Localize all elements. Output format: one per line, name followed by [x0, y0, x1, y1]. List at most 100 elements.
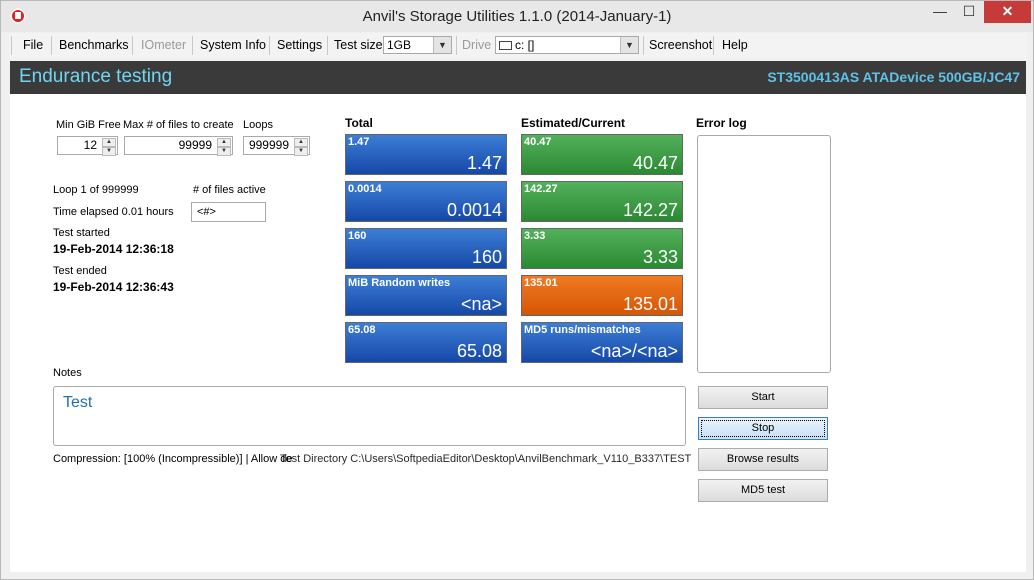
divider	[192, 36, 193, 55]
error-log-box[interactable]	[697, 135, 831, 373]
device-name: ST3500413AS ATADevice 500GB/JC47	[767, 69, 1020, 85]
tile-caption: 40.47	[524, 136, 552, 148]
estimated-tile-5: MD5 runs/mismatches <na>/<na>	[521, 322, 683, 363]
divider	[51, 36, 52, 55]
tile-value: 1.47	[466, 153, 502, 173]
divider	[132, 36, 133, 55]
total-heading: Total	[345, 116, 373, 130]
test-size-value: 1GB	[387, 38, 412, 52]
divider	[327, 36, 328, 55]
maximize-button[interactable]: ☐	[955, 1, 983, 23]
test-started-label: Test started	[53, 227, 110, 239]
tile-caption: 142.27	[524, 183, 558, 195]
tile-caption: 65.08	[348, 324, 376, 336]
tile-value: <na>	[460, 294, 502, 314]
files-active-field[interactable]: <#>	[191, 202, 266, 222]
spin-up-icon[interactable]: ▲	[294, 138, 308, 147]
drive-select[interactable]: c: [] ▼	[495, 36, 639, 54]
divider	[456, 36, 457, 55]
tile-caption: 0.0014	[348, 183, 382, 195]
main-panel: Min GiB Free 12 ▲ ▼ Max # of files to cre…	[10, 94, 1026, 572]
total-tile-1: 1.47 1.47	[345, 134, 507, 175]
spin-down-icon[interactable]: ▼	[102, 147, 116, 156]
stop-button[interactable]: Stop	[698, 417, 828, 440]
estimated-tile-3: 3.33 3.33	[521, 228, 683, 269]
spin-buttons[interactable]: ▲ ▼	[217, 138, 231, 156]
tile-caption: 3.33	[524, 230, 546, 242]
spin-down-icon[interactable]: ▼	[294, 147, 308, 156]
estimated-tile-2: 142.27 142.27	[521, 181, 683, 222]
tile-caption: 135.01	[524, 277, 558, 289]
title-bar: Anvil's Storage Utilities 1.1.0 (2014-Ja…	[1, 1, 1033, 32]
test-started-value: 19-Feb-2014 12:36:18	[53, 242, 174, 256]
divider	[11, 36, 12, 55]
chevron-down-icon[interactable]: ▼	[620, 37, 638, 53]
status-line: Compression: [100% (Incompressible)] | A…	[53, 453, 293, 465]
notes-field[interactable]: Test	[53, 386, 686, 446]
total-tile-2: 0.0014 0.0014	[345, 181, 507, 222]
spin-up-icon[interactable]: ▲	[217, 138, 231, 147]
divider	[269, 36, 270, 55]
loops-value: 999999	[248, 138, 289, 152]
max-files-stepper[interactable]: 99999 ▲ ▼	[124, 136, 233, 156]
divider	[643, 36, 644, 55]
total-tile-3: 160 160	[345, 228, 507, 269]
menu-bar: File Benchmarks IOmeter System Info Sett…	[9, 33, 1027, 58]
menu-help[interactable]: Help	[722, 38, 748, 52]
divider	[713, 36, 714, 55]
tile-caption: MiB Random writes	[348, 277, 451, 289]
notes-label: Notes	[53, 367, 82, 379]
estimated-heading: Estimated/Current	[521, 116, 626, 130]
tile-value: 3.33	[642, 247, 678, 267]
tile-value: 40.47	[632, 153, 678, 173]
total-tile-4: MiB Random writes <na>	[345, 275, 507, 316]
drive-icon	[499, 41, 512, 51]
loops-stepper[interactable]: 999999 ▲ ▼	[243, 136, 310, 156]
test-ended-label: Test ended	[53, 265, 107, 277]
test-size-select[interactable]: 1GB ▼	[383, 36, 452, 54]
tile-value: 0.0014	[446, 200, 502, 220]
min-gib-stepper[interactable]: 12 ▲ ▼	[57, 136, 118, 156]
test-ended-value: 19-Feb-2014 12:36:43	[53, 280, 174, 294]
menu-benchmarks[interactable]: Benchmarks	[59, 38, 128, 52]
spin-up-icon[interactable]: ▲	[102, 138, 116, 147]
files-active-value: <#>	[197, 206, 216, 218]
time-elapsed: Time elapsed 0.01 hours	[53, 206, 174, 218]
drive-value: c: []	[515, 38, 535, 52]
spin-down-icon[interactable]: ▼	[217, 147, 231, 156]
loops-label: Loops	[243, 119, 273, 131]
menu-screenshot[interactable]: Screenshot	[649, 38, 712, 52]
total-tile-5: 65.08 65.08	[345, 322, 507, 363]
notes-value: Test	[63, 394, 93, 411]
window-title: Anvil's Storage Utilities 1.1.0 (2014-Ja…	[362, 8, 672, 25]
chevron-down-icon[interactable]: ▼	[433, 37, 451, 53]
menu-file[interactable]: File	[23, 38, 43, 52]
tile-value: <na>/<na>	[590, 341, 678, 361]
app-window: Anvil's Storage Utilities 1.1.0 (2014-Ja…	[0, 0, 1034, 580]
max-files-label: Max # of files to create	[123, 119, 234, 131]
test-size-label: Test size	[334, 38, 383, 52]
min-gib-value: 12	[83, 138, 97, 152]
max-files-value: 99999	[178, 138, 212, 152]
menu-iometer[interactable]: IOmeter	[141, 38, 186, 52]
error-log-heading: Error log	[696, 116, 747, 130]
tile-value: 160	[471, 247, 502, 267]
tile-value: 65.08	[456, 341, 502, 361]
menu-settings[interactable]: Settings	[277, 38, 322, 52]
files-active-label: # of files active	[193, 184, 266, 196]
tile-value: 135.01	[622, 294, 678, 314]
spin-buttons[interactable]: ▲ ▼	[294, 138, 308, 156]
minimize-button[interactable]: —	[926, 1, 954, 23]
close-button[interactable]: ✕	[984, 1, 1031, 23]
browse-results-button[interactable]: Browse results	[698, 448, 828, 471]
min-gib-label: Min GiB Free	[56, 119, 121, 131]
section-header: Endurance testing ST3500413AS ATADevice …	[10, 61, 1026, 94]
spin-buttons[interactable]: ▲ ▼	[102, 138, 116, 156]
tile-value: 142.27	[622, 200, 678, 220]
tile-caption: 160	[348, 230, 367, 242]
menu-system-info[interactable]: System Info	[200, 38, 266, 52]
start-button[interactable]: Start	[698, 386, 828, 409]
estimated-tile-1: 40.47 40.47	[521, 134, 683, 175]
md5-test-button[interactable]: MD5 test	[698, 479, 828, 502]
tile-caption: 1.47	[348, 136, 370, 148]
